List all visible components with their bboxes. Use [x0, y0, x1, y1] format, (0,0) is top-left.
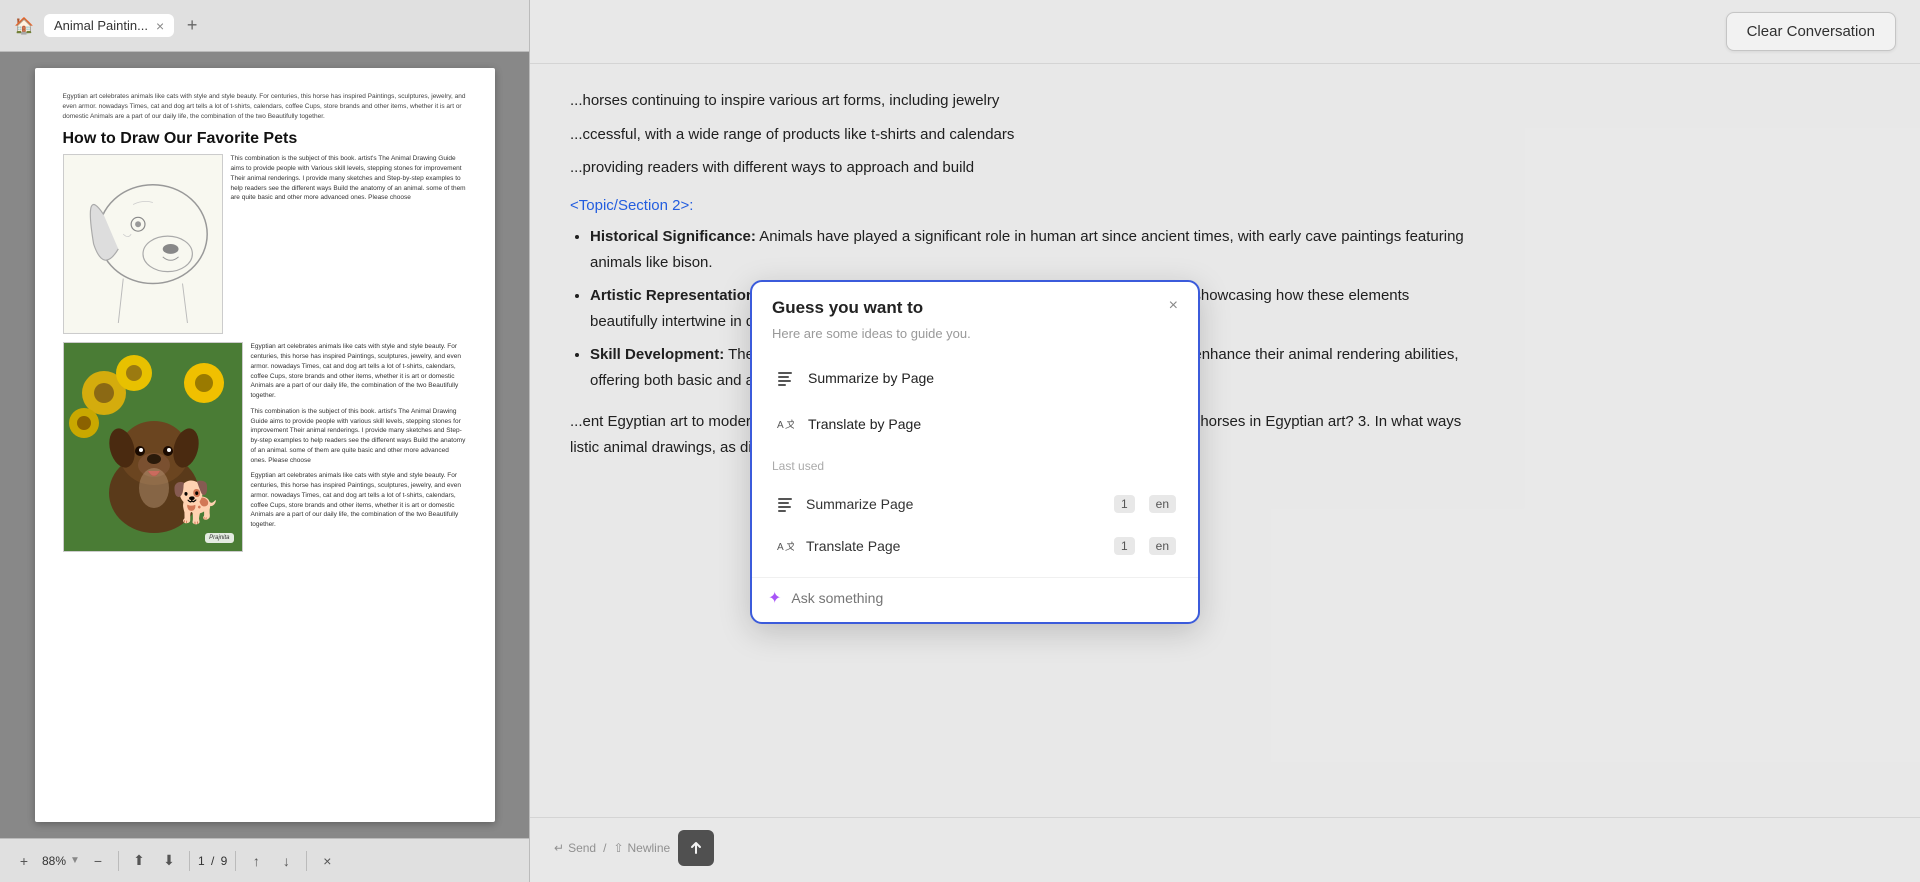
dog-sketch-image: [63, 154, 223, 334]
pdf-page: Egyptian art celebrates animals like cat…: [35, 68, 495, 822]
first-page-button[interactable]: ⬆: [127, 849, 151, 873]
pdf-content: Egyptian art celebrates animals like cat…: [0, 52, 529, 838]
zoom-out-button[interactable]: −: [86, 849, 110, 873]
toolbar-separator-1: [118, 851, 119, 871]
svg-text:A: A: [777, 420, 784, 431]
modal-last-used-header: Last used: [752, 451, 1198, 477]
pet-name-badge: Prajnita: [205, 533, 233, 543]
toolbar-separator-2: [189, 851, 190, 871]
modal-title: Guess you want to: [772, 298, 923, 318]
pdf-bottom-section: Prajnita Egyptian art celebrates animals…: [63, 342, 467, 552]
flower-dog-inner: Prajnita: [64, 343, 242, 551]
toolbar-separator-4: [306, 851, 307, 871]
prev-page-button[interactable]: ↑: [244, 849, 268, 873]
translate-by-page-item[interactable]: A 文 Translate by Page: [760, 401, 1190, 447]
zoom-in-button[interactable]: +: [12, 849, 36, 873]
pdf-panel: 🏠 Animal Paintin... × + Egyptian art cel…: [0, 0, 530, 882]
translate-page-lang-badge: en: [1149, 537, 1176, 555]
add-tab-button[interactable]: +: [178, 12, 206, 40]
pdf-top-text: Egyptian art celebrates animals like cat…: [63, 92, 467, 121]
pdf-tab-bar: 🏠 Animal Paintin... × +: [0, 0, 529, 52]
pdf-tab-label: Animal Paintin...: [54, 18, 148, 33]
summarize-page-last-item[interactable]: Summarize Page 1 en: [760, 483, 1190, 525]
summarize-by-page-item[interactable]: Summarize by Page: [760, 355, 1190, 401]
summarize-last-icon: [774, 493, 796, 515]
home-button[interactable]: 🏠: [8, 10, 40, 42]
pdf-tab-close-icon[interactable]: ×: [156, 19, 164, 33]
translate-page-count-badge: 1: [1114, 537, 1135, 555]
pdf-bottom-text-2: Egyptian art celebrates animals like cat…: [251, 342, 467, 552]
pdf-toolbar: + 88% ▼ − ⬆ ⬇ 1 / 9 ↑ ↓ ×: [0, 838, 529, 882]
svg-text:A: A: [777, 542, 784, 553]
toolbar-separator-3: [235, 851, 236, 871]
modal-overlay: Guess you want to × Here are some ideas …: [530, 0, 1920, 882]
translate-by-page-label: Translate by Page: [808, 416, 921, 432]
zoom-display: 88% ▼: [42, 854, 80, 868]
translate-page-last-item[interactable]: A 文 Translate Page 1 en: [760, 525, 1190, 567]
close-pdf-button[interactable]: ×: [315, 849, 339, 873]
summarize-page-count-badge: 1: [1114, 495, 1135, 513]
summarize-page-lang-badge: en: [1149, 495, 1176, 513]
summarize-by-page-label: Summarize by Page: [808, 370, 934, 386]
last-page-button[interactable]: ⬇: [157, 849, 181, 873]
summarize-icon: [774, 367, 796, 389]
modal-header: Guess you want to ×: [752, 282, 1198, 324]
page-navigation: 1 / 9: [198, 854, 227, 868]
pdf-tab[interactable]: Animal Paintin... ×: [44, 14, 174, 37]
next-page-button[interactable]: ↓: [274, 849, 298, 873]
flower-dog-image: Prajnita: [63, 342, 243, 552]
chat-panel: Clear Conversation ...horses continuing …: [530, 0, 1920, 882]
svg-text:文: 文: [785, 541, 794, 553]
modal-footer: ✦: [752, 577, 1198, 622]
svg-text:文: 文: [785, 419, 794, 431]
sparkle-icon: ✦: [768, 588, 781, 608]
pdf-heading: How to Draw Our Favorite Pets: [63, 129, 467, 148]
translate-last-icon: A 文: [774, 535, 796, 557]
modal-last-used: Summarize Page 1 en A 文 Translate Page 1…: [752, 477, 1198, 573]
pdf-images: This combination is the subject of this …: [63, 154, 467, 334]
pdf-body-text: This combination is the subject of this …: [231, 154, 467, 334]
translate-page-last-label: Translate Page: [806, 538, 1100, 554]
ask-input[interactable]: [791, 590, 1182, 606]
guess-modal: Guess you want to × Here are some ideas …: [750, 280, 1200, 624]
summarize-page-last-label: Summarize Page: [806, 496, 1100, 512]
modal-close-button[interactable]: ×: [1169, 298, 1178, 314]
modal-suggestions: Summarize by Page A 文 Translate by Page: [752, 351, 1198, 451]
modal-subtitle: Here are some ideas to guide you.: [752, 324, 1198, 351]
translate-icon: A 文: [774, 413, 796, 435]
